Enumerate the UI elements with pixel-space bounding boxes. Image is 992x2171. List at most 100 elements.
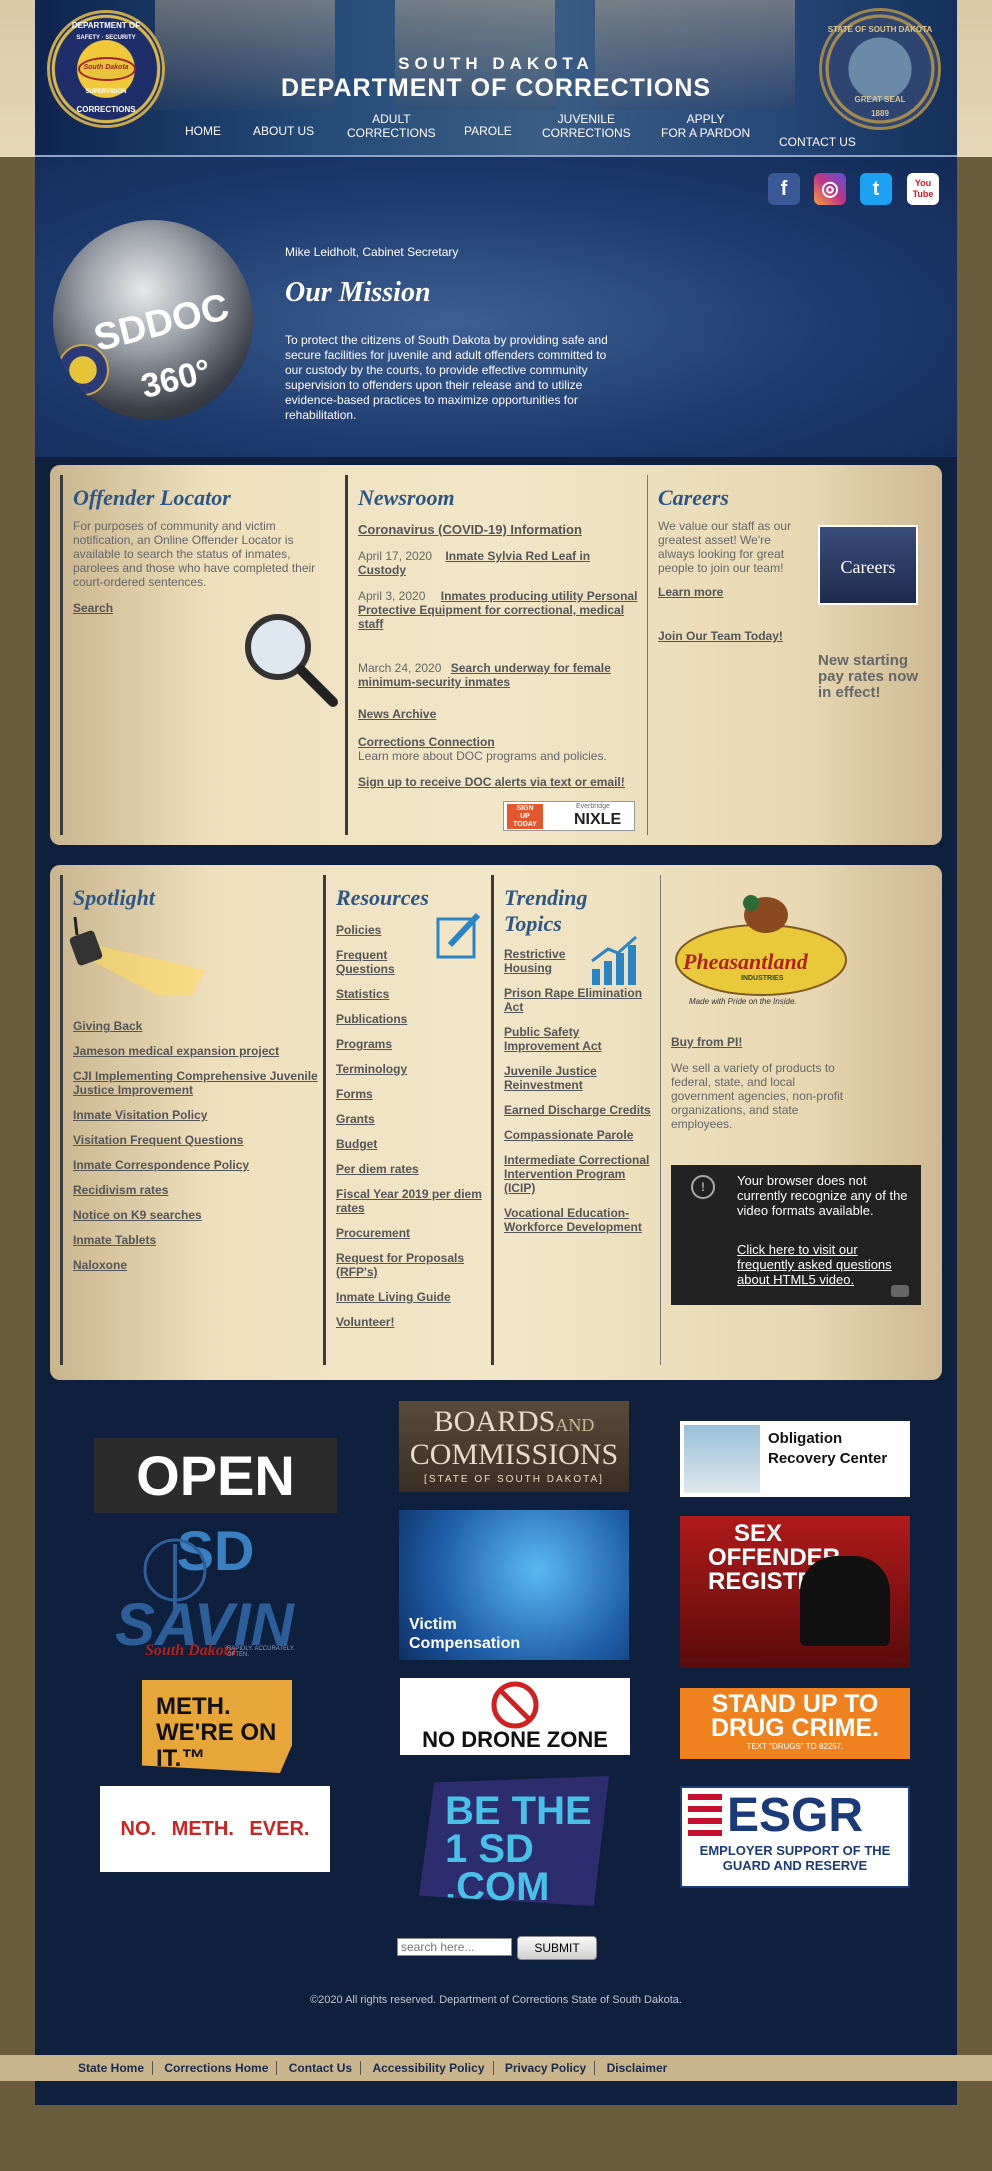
search-submit-button[interactable]: SUBMIT (517, 1936, 597, 1960)
trending-link[interactable]: Public Safety Improvement Act (504, 1025, 624, 1053)
no-meth-ever-logo[interactable]: NO. METH. EVER. (100, 1786, 330, 1872)
covid-info-link[interactable]: Coronavirus (COVID-19) Information (358, 523, 645, 537)
nav-adult-corrections[interactable]: ADULT CORRECTIONS (347, 112, 436, 140)
footer-link-state-home[interactable]: State Home (70, 2061, 154, 2075)
resource-link[interactable]: Statistics (336, 987, 488, 1001)
news-date: April 17, 2020 (358, 549, 433, 563)
nav-parole[interactable]: PAROLE (464, 124, 512, 138)
pheasantland-logo[interactable]: Pheasantland INDUSTRIES Made with Pride … (671, 885, 851, 1015)
trending-link[interactable]: Restrictive Housing (504, 947, 584, 975)
boards-commissions-logo[interactable]: BOARDSAND COMMISSIONS [STATE OF SOUTH DA… (399, 1401, 629, 1492)
no-drone-zone-logo[interactable]: NO DRONE ZONE (400, 1678, 630, 1755)
youtube-icon[interactable]: You Tube (907, 173, 939, 205)
resource-link[interactable]: Grants (336, 1112, 488, 1126)
footer-link-corrections-home[interactable]: Corrections Home (156, 2061, 278, 2075)
twitter-icon[interactable]: t (860, 173, 892, 205)
trending-topics-section: Trending Topics Restrictive Housing Pris… (491, 875, 656, 1365)
nixle-badge-text: TODAY (513, 821, 537, 828)
facebook-icon[interactable]: f (768, 173, 800, 205)
nav-apply-for-pardon[interactable]: APPLY FOR A PARDON (661, 112, 750, 140)
spotlight-link[interactable]: CJI Implementing Comprehensive Juvenile … (73, 1069, 318, 1097)
sphere-title: SDDOC (89, 286, 234, 360)
resource-link[interactable]: Budget (336, 1137, 488, 1151)
seal-text: DEPARTMENT OF (71, 21, 141, 30)
trending-list: Restrictive Housing Prison Rape Eliminat… (494, 947, 656, 1234)
meth-were-on-it-logo[interactable]: METH. WE'RE ON IT.™ (142, 1680, 292, 1773)
pheasantland-text: We sell a variety of products to federal… (671, 1061, 844, 1131)
footer-link-contact-us[interactable]: Contact Us (280, 2061, 362, 2075)
trending-link[interactable]: Juvenile Justice Reinvestment (504, 1064, 614, 1092)
mission-text: To protect the citizens of South Dakota … (285, 333, 608, 422)
corrections-connection-link[interactable]: Corrections Connection (358, 735, 645, 749)
drug-sub: TEXT "DRUGS" TO 82257. (746, 1742, 844, 1751)
join-team-link[interactable]: Join Our Team Today! (658, 629, 932, 643)
nav-contact-us[interactable]: CONTACT US (779, 135, 856, 149)
resource-link[interactable]: Volunteer! (336, 1315, 488, 1329)
spotlight-link[interactable]: Recidivism rates (73, 1183, 320, 1197)
pencil-edit-icon (436, 912, 481, 959)
site-search-input[interactable] (397, 1938, 512, 1956)
resource-link[interactable]: Request for Proposals (RFP's) (336, 1251, 486, 1279)
resource-link[interactable]: Frequent Questions (336, 948, 426, 976)
pheasantland-sub: INDUSTRIES (741, 975, 784, 982)
obligation-recovery-center-logo[interactable]: Obligation Recovery Center (680, 1421, 910, 1497)
silhouette-icon (800, 1556, 890, 1646)
spotlight-link[interactable]: Visitation Frequent Questions (73, 1133, 320, 1147)
resource-link[interactable]: Per diem rates (336, 1162, 488, 1176)
victim-compensation-logo[interactable]: Victim Compensation (399, 1510, 629, 1660)
nav-about-us[interactable]: ABOUT US (253, 124, 314, 138)
footer-link-accessibility[interactable]: Accessibility Policy (364, 2061, 494, 2075)
mission-heading: Our Mission (285, 277, 431, 308)
resources-list: Policies Frequent Questions Statistics P… (326, 923, 488, 1329)
trending-link[interactable]: Compassionate Parole (504, 1128, 656, 1142)
resource-link[interactable]: Fiscal Year 2019 per diem rates (336, 1187, 486, 1215)
video-faq-link[interactable]: Click here to visit our frequently asked… (737, 1242, 912, 1287)
video-player[interactable]: ! Your browser does not currently recogn… (671, 1165, 921, 1305)
drug-crime-logo[interactable]: STAND UP TO DRUG CRIME. TEXT "DRUGS" TO … (680, 1688, 910, 1759)
resources-heading: Resources (336, 885, 429, 910)
trending-link[interactable]: Prison Rape Elimination Act (504, 986, 649, 1014)
trending-link[interactable]: Earned Discharge Credits (504, 1103, 656, 1117)
spotlight-link[interactable]: Notice on K9 searches (73, 1208, 320, 1222)
bar-chart-icon (591, 935, 637, 985)
resource-link[interactable]: Inmate Living Guide (336, 1290, 488, 1304)
footer-link-disclaimer[interactable]: Disclaimer (599, 2061, 676, 2075)
spotlight-link[interactable]: Naloxone (73, 1258, 320, 1272)
news-archive-link[interactable]: News Archive (358, 707, 645, 721)
site-header: DEPARTMENT OF SAFETY · SECURITY South Da… (35, 0, 957, 157)
nav-home[interactable]: HOME (185, 124, 221, 138)
boards-word: AND (555, 1415, 595, 1435)
newsroom-heading: Newsroom (358, 485, 455, 510)
buy-from-pi-link[interactable]: Buy from PI! (671, 1035, 932, 1049)
nixle-signup-button[interactable]: SIGN UP TODAY Everbridge NIXLE (503, 801, 635, 831)
spotlight-link[interactable]: Inmate Visitation Policy (73, 1108, 320, 1122)
spotlight-link[interactable]: Inmate Tablets (73, 1233, 320, 1247)
instagram-icon[interactable]: ◎ (814, 173, 846, 205)
boards-word: COMMISSIONS (409, 1438, 619, 1471)
everbridge-label: Everbridge (576, 803, 610, 810)
resource-link[interactable]: Forms (336, 1087, 488, 1101)
news-item: April 17, 2020 Inmate Sylvia Red Leaf in… (358, 549, 638, 577)
resource-link[interactable]: Programs (336, 1037, 488, 1051)
trending-link[interactable]: Vocational Education-Workforce Developme… (504, 1206, 654, 1234)
resource-link[interactable]: Procurement (336, 1226, 488, 1240)
savin-logo[interactable]: SAVIN South Dakota RAPIDLY. ACCURATELY. … (115, 1530, 315, 1680)
footer-link-privacy[interactable]: Privacy Policy (496, 2061, 596, 2075)
careers-image[interactable]: Careers (818, 525, 918, 605)
open-sd-logo[interactable]: OPEN SD (94, 1438, 337, 1582)
be-the-1-sd-logo[interactable]: BE THE 1 SD .COM (419, 1776, 609, 1906)
spotlight-link[interactable]: Giving Back (73, 1019, 320, 1033)
trending-link[interactable]: Intermediate Correctional Intervention P… (504, 1153, 654, 1195)
youtube-play-icon (891, 1285, 909, 1297)
resource-link[interactable]: Terminology (336, 1062, 488, 1076)
esgr-logo[interactable]: ESGR EMPLOYER SUPPORT OF THE GUARD AND R… (680, 1786, 910, 1888)
spotlight-link[interactable]: Inmate Correspondence Policy (73, 1158, 320, 1172)
resource-link[interactable]: Publications (336, 1012, 488, 1026)
sddoc-360-tour-link[interactable]: SDDOC 360° (53, 220, 253, 420)
nav-juvenile-corrections[interactable]: JUVENILE CORRECTIONS (542, 112, 631, 140)
spotlight-link[interactable]: Jameson medical expansion project (73, 1044, 320, 1058)
sex-offender-registry-logo[interactable]: SEX OFFENDER REGISTRY (680, 1516, 910, 1668)
nixle-badge-text: UP (520, 813, 530, 820)
orc-text: Obligation Recovery Center (768, 1430, 888, 1467)
doc-alerts-link[interactable]: Sign up to receive DOC alerts via text o… (358, 775, 645, 789)
